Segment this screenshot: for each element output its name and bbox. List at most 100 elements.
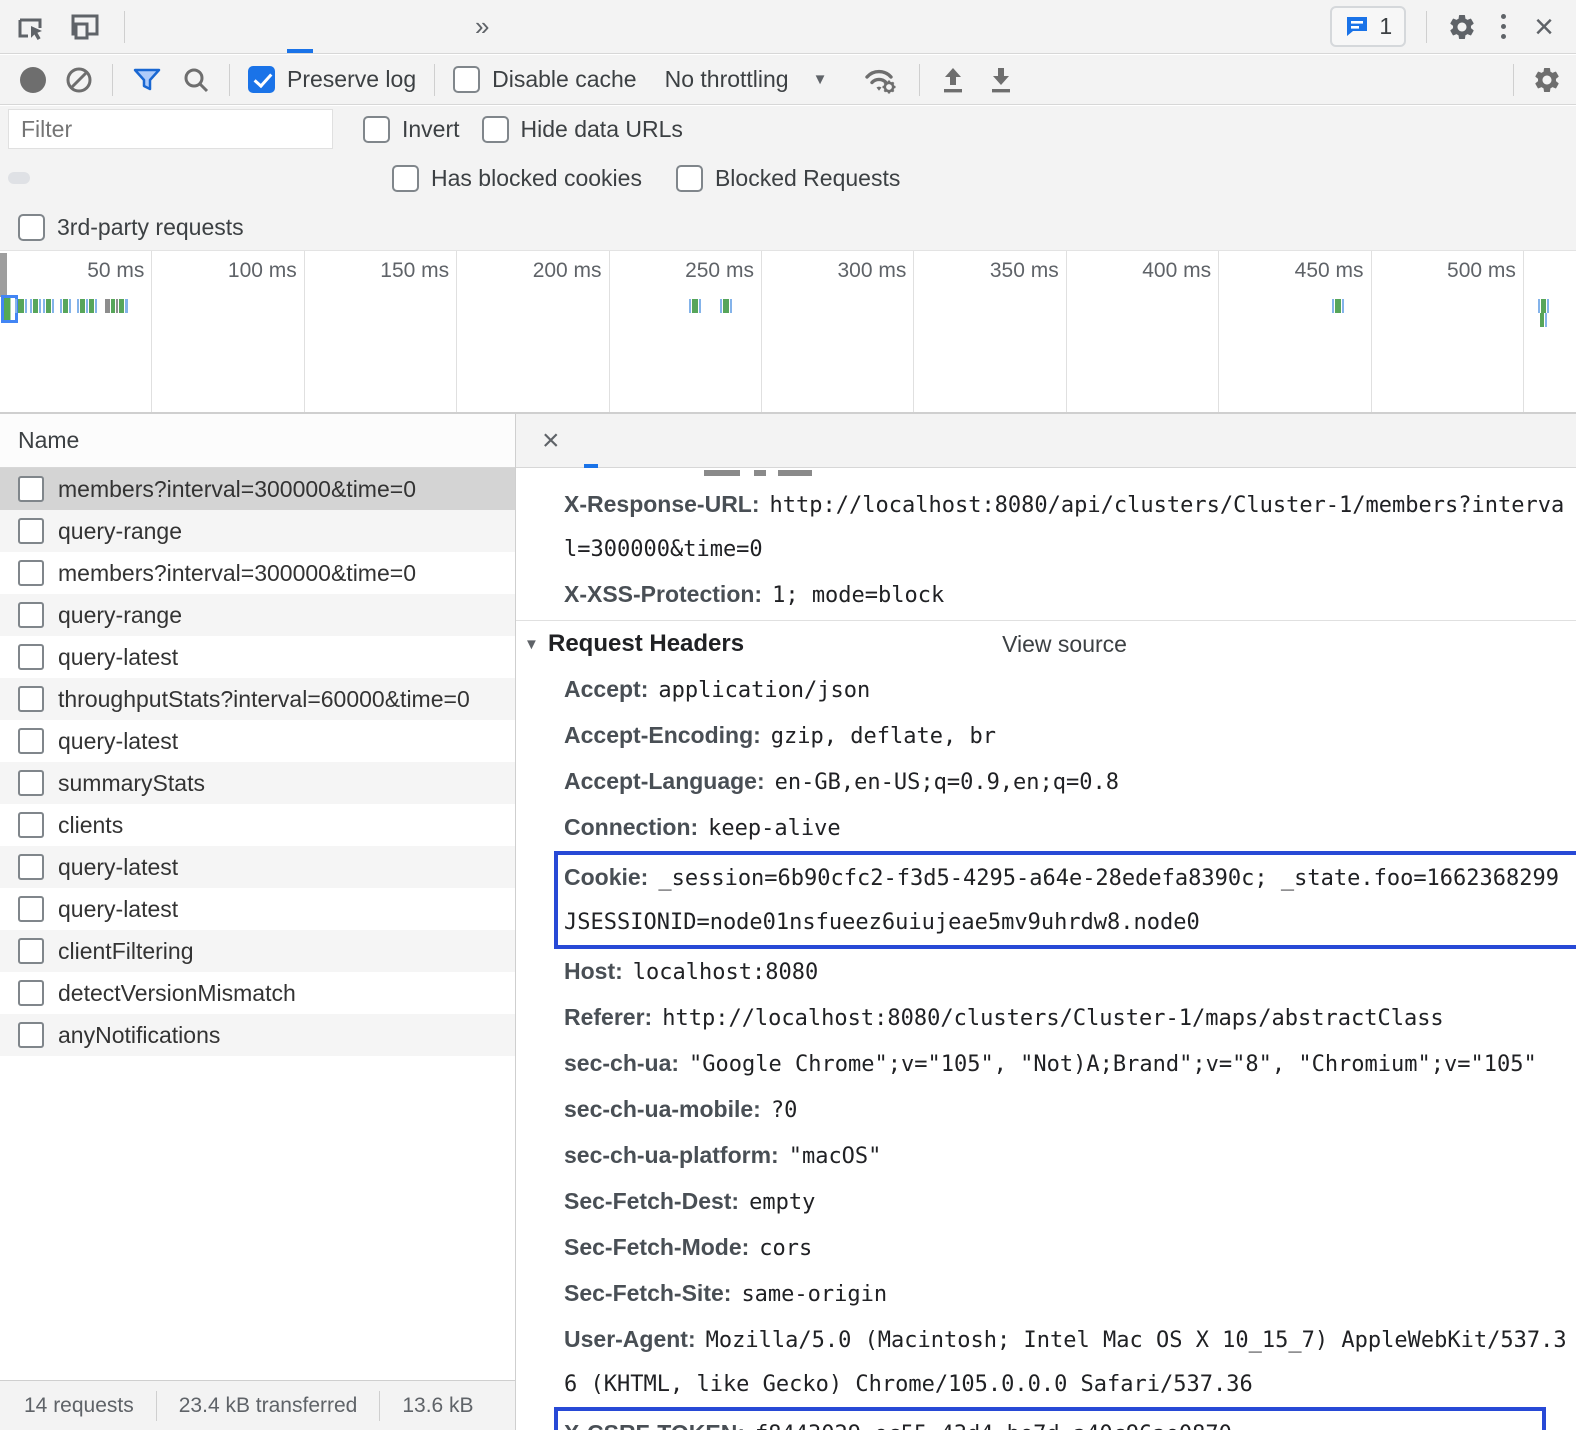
disclosure-triangle-icon[interactable]: ▼ (524, 636, 548, 653)
has-blocked-cookies-checkbox[interactable] (392, 165, 419, 192)
hide-data-urls-checkbox[interactable] (482, 116, 509, 143)
disable-cache-label[interactable]: Disable cache (492, 66, 636, 93)
third-party-label[interactable]: 3rd-party requests (57, 214, 244, 241)
resource-type-filter[interactable] (38, 172, 60, 184)
request-row[interactable]: clients (0, 804, 515, 846)
header-value: 1; mode=block (762, 583, 944, 608)
resource-type-filter[interactable] (218, 172, 240, 184)
export-har-icon[interactable] (986, 64, 1016, 96)
details-tab[interactable] (608, 414, 642, 468)
network-conditions-icon[interactable] (861, 63, 901, 97)
preserve-log-label[interactable]: Preserve log (287, 66, 416, 93)
request-row[interactable]: summaryStats (0, 762, 515, 804)
hide-data-urls-label[interactable]: Hide data URLs (521, 116, 683, 143)
filter-row: Invert Hide data URLs (0, 106, 1576, 152)
request-row[interactable]: clientFiltering (0, 930, 515, 972)
device-toolbar-icon[interactable] (68, 11, 102, 43)
request-checkbox[interactable] (18, 476, 44, 502)
request-checkbox[interactable] (18, 896, 44, 922)
settings-gear-icon[interactable] (1447, 12, 1477, 42)
request-row[interactable]: query-latest (0, 636, 515, 678)
invert-label[interactable]: Invert (402, 116, 460, 143)
request-checkbox[interactable] (18, 938, 44, 964)
request-row[interactable]: anyNotifications (0, 1014, 515, 1056)
request-checkbox[interactable] (18, 854, 44, 880)
resource-type-filter[interactable] (158, 172, 180, 184)
request-row[interactable]: members?interval=300000&time=0 (0, 468, 515, 510)
header-name: Sec-Fetch-Mode: (564, 1234, 749, 1260)
filter-funnel-icon[interactable] (131, 65, 163, 95)
request-row[interactable]: query-latest (0, 846, 515, 888)
filter-input[interactable] (8, 109, 333, 149)
third-party-checkbox[interactable] (18, 214, 45, 241)
blocked-requests-checkbox[interactable] (676, 165, 703, 192)
record-network-log-icon[interactable] (20, 67, 46, 93)
blocked-requests-label[interactable]: Blocked Requests (715, 165, 900, 192)
waterfall-bar (119, 299, 124, 313)
network-settings-gear-icon[interactable] (1532, 65, 1562, 95)
throttling-dropdown[interactable]: No throttling ▼ (665, 66, 828, 93)
request-header-row: sec-ch-ua:"Google Chrome";v="105", "Not)… (564, 1041, 1576, 1087)
resource-type-filter[interactable] (278, 172, 300, 184)
request-checkbox[interactable] (18, 980, 44, 1006)
request-checkbox[interactable] (18, 812, 44, 838)
clear-network-log-icon[interactable] (64, 65, 94, 95)
transferred-size: 23.4 kB transferred (179, 1394, 358, 1418)
preserve-log-checkbox[interactable] (248, 66, 275, 93)
resource-type-filter[interactable] (128, 172, 150, 184)
invert-checkbox[interactable] (363, 116, 390, 143)
details-tab[interactable] (710, 414, 744, 468)
panel-tab[interactable] (323, 0, 369, 53)
request-row[interactable]: query-latest (0, 720, 515, 762)
request-row[interactable]: detectVersionMismatch (0, 972, 515, 1014)
search-icon[interactable] (181, 65, 211, 95)
details-tab[interactable] (676, 414, 710, 468)
waterfall-bar (15, 299, 17, 313)
request-checkbox[interactable] (18, 644, 44, 670)
request-row[interactable]: query-range (0, 594, 515, 636)
view-source-link[interactable]: View source (1002, 631, 1127, 658)
request-checkbox[interactable] (18, 686, 44, 712)
resource-type-filter[interactable] (308, 172, 330, 184)
request-checkbox[interactable] (18, 560, 44, 586)
request-checkbox[interactable] (18, 770, 44, 796)
panel-tab[interactable] (369, 0, 415, 53)
close-details-icon[interactable]: × (528, 426, 574, 456)
header-value: empty (739, 1190, 815, 1215)
panel-tab[interactable] (139, 0, 185, 53)
resource-type-filter[interactable] (188, 172, 210, 184)
resource-type-filter[interactable] (68, 172, 90, 184)
inspect-element-icon[interactable] (14, 11, 46, 43)
panel-tab[interactable] (415, 0, 461, 53)
request-row[interactable]: query-latest (0, 888, 515, 930)
request-checkbox[interactable] (18, 518, 44, 544)
resource-type-filter[interactable] (338, 172, 360, 184)
details-tab[interactable] (574, 414, 608, 468)
resource-type-filter[interactable] (8, 172, 30, 184)
close-devtools-icon[interactable]: × (1530, 10, 1558, 44)
resource-type-filter[interactable] (98, 172, 120, 184)
panel-tab[interactable] (185, 0, 231, 53)
issues-button[interactable]: 1 (1330, 6, 1406, 47)
panel-tab[interactable] (277, 0, 323, 53)
import-har-icon[interactable] (938, 64, 968, 96)
disable-cache-checkbox[interactable] (453, 66, 480, 93)
resource-type-filter[interactable] (248, 172, 270, 184)
request-row[interactable]: members?interval=300000&time=0 (0, 552, 515, 594)
network-overview-timeline[interactable]: 50 ms 100 ms 150 ms 200 ms 250 ms 300 ms… (0, 250, 1576, 413)
more-tabs-icon[interactable]: » (461, 11, 503, 42)
name-column-header[interactable]: Name (0, 414, 515, 468)
request-checkbox[interactable] (18, 728, 44, 754)
details-tab[interactable] (642, 414, 676, 468)
issues-message-icon (1344, 15, 1370, 39)
request-checkbox[interactable] (18, 1022, 44, 1048)
request-name: query-latest (58, 728, 178, 755)
request-row[interactable]: throughputStats?interval=60000&time=0 (0, 678, 515, 720)
request-row[interactable]: query-range (0, 510, 515, 552)
more-options-icon[interactable] (1497, 10, 1510, 43)
details-tab[interactable] (778, 414, 812, 468)
request-checkbox[interactable] (18, 602, 44, 628)
details-tab[interactable] (744, 414, 778, 468)
panel-tab[interactable] (231, 0, 277, 53)
has-blocked-cookies-label[interactable]: Has blocked cookies (431, 165, 642, 192)
